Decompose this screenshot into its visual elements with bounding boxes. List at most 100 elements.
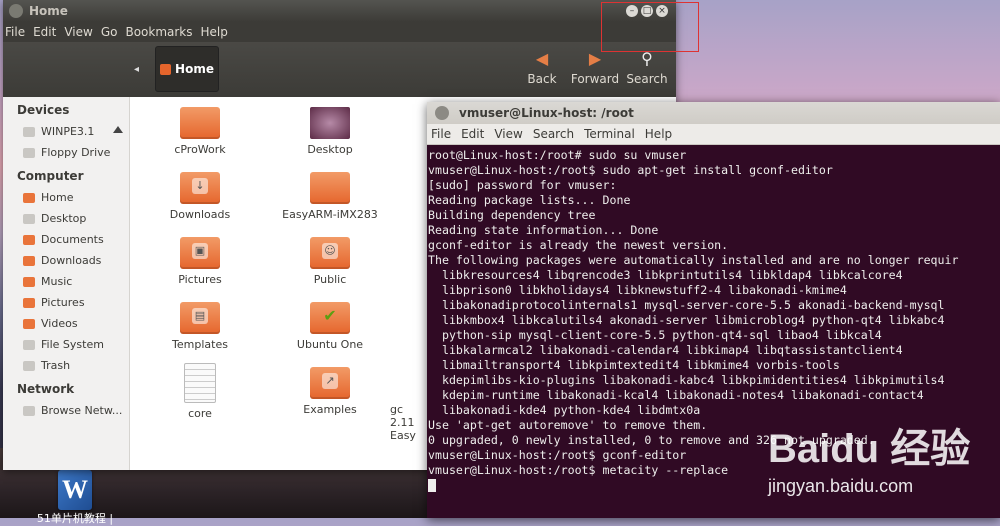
menu-help[interactable]: Help [645, 127, 672, 141]
terminal-line: libkresources4 libqrencode3 libkprintuti… [428, 268, 903, 282]
path-scroll-left-icon[interactable]: ◂ [134, 64, 139, 75]
file-manager-titlebar[interactable]: Home [3, 0, 676, 22]
file-manager-menubar: File Edit View Go Bookmarks Help [3, 22, 676, 42]
menu-view[interactable]: View [494, 127, 522, 141]
menu-bookmarks[interactable]: Bookmarks [125, 25, 192, 39]
text-document-icon [184, 363, 216, 403]
partial-label-line: Easy [390, 429, 416, 442]
terminal-line: Reading package lists... Done [428, 193, 631, 207]
partial-file-label[interactable]: gc 2.11 Easy [390, 403, 430, 442]
terminal-titlebar[interactable]: vmuser@Linux-host: /root [427, 102, 1000, 124]
home-icon [23, 192, 35, 203]
sidebar-item-music[interactable]: Music [3, 271, 129, 292]
examples-folder-icon: ↗ [310, 367, 350, 399]
desktop-folder-icon [310, 107, 350, 139]
sidebar-item-label: WINPE3.1 [41, 125, 95, 138]
folder-item[interactable]: ▤ Templates [145, 292, 255, 351]
menu-file[interactable]: File [431, 127, 451, 141]
terminal-menubar: File Edit View Search Terminal Help [427, 124, 1000, 145]
terminal-line: libmailtransport4 libkpimtextedit4 libkm… [428, 358, 840, 372]
link-arrow-icon: ↗ [322, 373, 338, 389]
forward-button[interactable]: ▶ Forward [567, 46, 623, 92]
folder-item[interactable]: Desktop [275, 97, 385, 156]
person-icon: ☺ [322, 243, 338, 259]
sidebar-item-label: Home [41, 191, 74, 204]
baidu-watermark: Baidu 经验 [768, 427, 971, 471]
desktop-icon-label[interactable]: 51单片机教程 | [30, 510, 120, 526]
sidebar-item-label: Trash [41, 359, 71, 372]
file-label: Downloads [169, 208, 231, 221]
terminal-line: libakonadiprotocolinternals1 mysql-serve… [428, 298, 945, 312]
folder-item[interactable]: ↓ Downloads [145, 162, 255, 221]
sidebar-item-floppy[interactable]: Floppy Drive [3, 142, 129, 163]
places-sidebar: Devices WINPE3.1 Floppy Drive Computer H… [3, 97, 130, 470]
terminal-line: [sudo] password for vmuser: [428, 178, 617, 192]
location-label: Home [175, 62, 214, 76]
menu-search[interactable]: Search [533, 127, 574, 141]
back-button[interactable]: ◀ Back [514, 46, 570, 92]
trash-icon [23, 360, 35, 371]
text-cursor [428, 479, 436, 492]
floppy-icon [23, 147, 35, 158]
terminal-line: python-sip mysql-client-core-5.5 python-… [428, 328, 882, 342]
pictures-folder-icon: ▣ [180, 237, 220, 269]
menu-view[interactable]: View [64, 25, 92, 39]
menu-file[interactable]: File [5, 25, 25, 39]
eject-icon[interactable] [113, 126, 123, 133]
terminal-line: gconf-editor is already the newest versi… [428, 238, 729, 252]
folder-item[interactable]: ✔ Ubuntu One [275, 292, 385, 351]
file-item[interactable]: core [145, 357, 255, 420]
sidebar-item-documents[interactable]: Documents [3, 229, 129, 250]
location-home-button[interactable]: Home [155, 46, 219, 92]
sidebar-item-trash[interactable]: Trash [3, 355, 129, 376]
sidebar-item-downloads[interactable]: Downloads [3, 250, 129, 271]
window-menu-button[interactable] [435, 106, 449, 120]
sidebar-item-browse-network[interactable]: Browse Netw... [3, 400, 129, 421]
network-icon [23, 405, 35, 416]
sidebar-item-pictures[interactable]: Pictures [3, 292, 129, 313]
terminal-line: kdepimlibs-kio-plugins libakonadi-kabc4 … [428, 373, 945, 387]
folder-item[interactable]: ↗ Examples [275, 357, 385, 416]
videos-icon [23, 318, 35, 329]
sidebar-item-filesystem[interactable]: File System [3, 334, 129, 355]
menu-help[interactable]: Help [201, 25, 228, 39]
word-document-icon[interactable]: W [58, 470, 92, 510]
terminal-line: Reading state information... Done [428, 223, 659, 237]
terminal-line: Building dependency tree [428, 208, 596, 222]
menu-edit[interactable]: Edit [461, 127, 484, 141]
sidebar-item-label: Floppy Drive [41, 146, 111, 159]
public-folder-icon: ☺ [310, 237, 350, 269]
download-arrow-icon: ↓ [192, 178, 208, 194]
search-button[interactable]: ⚲ Search [619, 46, 675, 92]
menu-go[interactable]: Go [101, 25, 118, 39]
folder-item[interactable]: cProWork [145, 97, 255, 156]
highlight-annotation-box [601, 2, 699, 52]
terminal-line: vmuser@Linux-host:/root$ sudo apt-get in… [428, 163, 833, 177]
folder-item[interactable]: ☺ Public [275, 227, 385, 286]
sidebar-section-network: Network [17, 382, 75, 396]
sidebar-item-label: Desktop [41, 212, 87, 225]
menu-edit[interactable]: Edit [33, 25, 56, 39]
sidebar-item-label: Browse Netw... [41, 404, 123, 417]
drive-icon [23, 126, 35, 137]
partial-label-line: 2.11 [390, 416, 415, 429]
folder-item[interactable]: EasyARM-iMX283 [275, 162, 385, 221]
search-label: Search [626, 72, 668, 86]
menu-terminal[interactable]: Terminal [584, 127, 635, 141]
window-menu-button[interactable] [9, 4, 23, 18]
sidebar-item-winpe[interactable]: WINPE3.1 [3, 121, 129, 142]
sidebar-item-label: Music [41, 275, 73, 288]
sidebar-section-computer: Computer [17, 169, 84, 183]
baidu-watermark-url: jingyan.baidu.com [768, 476, 914, 496]
sidebar-section-devices: Devices [17, 103, 70, 117]
harddisk-icon [23, 339, 35, 350]
pictures-icon [23, 297, 35, 308]
folder-item[interactable]: ▣ Pictures [145, 227, 255, 286]
sidebar-item-videos[interactable]: Videos [3, 313, 129, 334]
arrow-left-icon: ◀ [535, 49, 549, 68]
sidebar-item-label: Downloads [41, 254, 102, 267]
sidebar-item-desktop[interactable]: Desktop [3, 208, 129, 229]
music-icon [23, 276, 35, 287]
sidebar-item-home[interactable]: Home [3, 187, 129, 208]
terminal-line: libkalarmcal2 libakonadi-calendar4 libki… [428, 343, 903, 357]
